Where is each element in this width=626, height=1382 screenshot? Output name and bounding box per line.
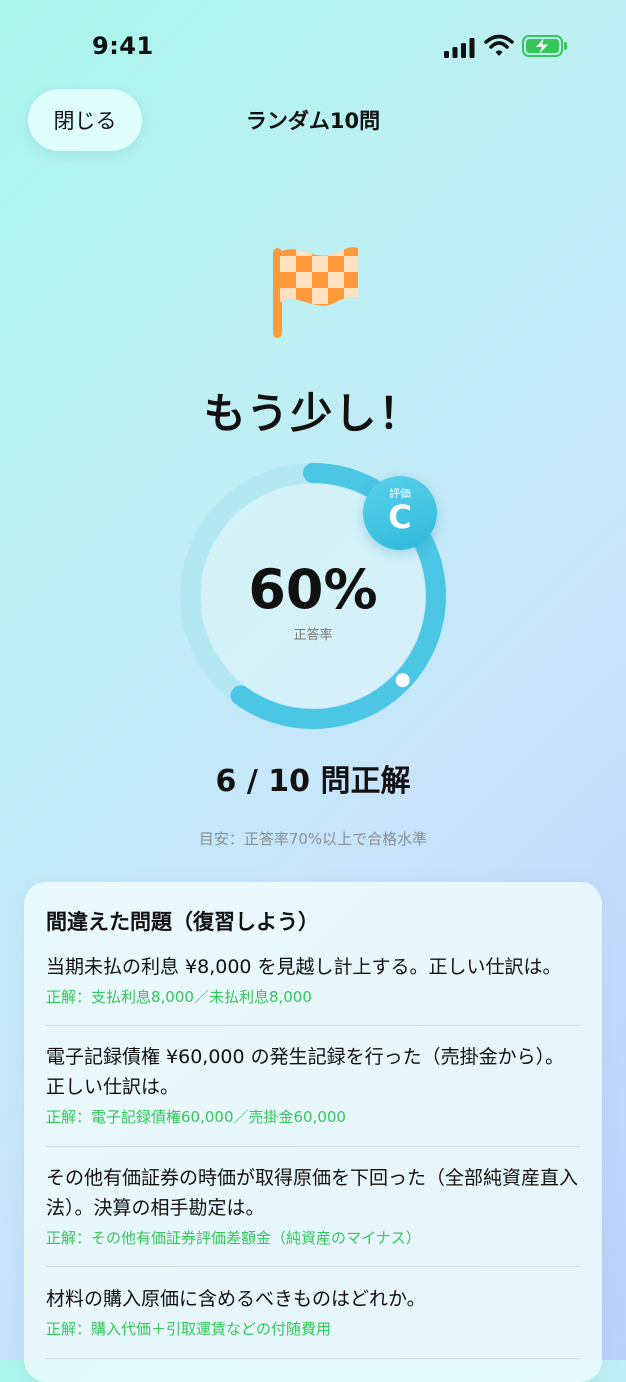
review-question: その他有価証券の時価が取得原価を下回った（全部純資産直入法）。決算の相手勘定は。 bbox=[46, 1167, 579, 1219]
divider bbox=[46, 1358, 580, 1359]
status-time: 9:41 bbox=[92, 32, 154, 60]
status-bar: 9:41 bbox=[0, 0, 626, 92]
review-item[interactable]: その他有価証券の時価が取得原価を下回った（全部純資産直入法）。決算の相手勘定は。… bbox=[46, 1163, 582, 1248]
review-item[interactable]: 電子記録債権 ¥60,000 の発生記録を行った（売掛金から）。正しい仕訳は。 … bbox=[46, 1042, 582, 1127]
review-item[interactable]: 材料の購入原価に含めるべきものはどれか。 正解：購入代価＋引取運賃などの付随費用 bbox=[46, 1284, 582, 1339]
grade-badge: 評価 C bbox=[363, 476, 437, 550]
divider bbox=[46, 1146, 580, 1147]
percent-label: 正答率 bbox=[293, 628, 333, 643]
divider bbox=[46, 1025, 580, 1026]
review-question: 電子記録債権 ¥60,000 の発生記録を行った（売掛金から）。正しい仕訳は。 bbox=[46, 1046, 565, 1098]
review-card: 間違えた問題（復習しよう） 当期未払の利息 ¥8,000 を見越し計上する。正し… bbox=[24, 882, 602, 1382]
result-headline: もう少し！ bbox=[203, 389, 423, 438]
checkered-flag-icon bbox=[273, 247, 358, 338]
review-item[interactable]: 当期未払の利息 ¥8,000 を見越し計上する。正しい仕訳は。 正解：支払利息8… bbox=[46, 952, 582, 1007]
guide-text: 目安：正答率70%以上で合格水準 bbox=[198, 830, 428, 848]
review-answer: 正解：電子記録債権60,000／売掛金60,000 bbox=[46, 1108, 346, 1126]
wifi-icon bbox=[484, 34, 514, 56]
percent-value: 60% bbox=[248, 558, 378, 621]
score-ring: 60% 正答率 評価 C bbox=[177, 460, 449, 732]
review-question: 材料の購入原価に含めるべきものはどれか。 bbox=[46, 1288, 426, 1310]
review-answer: 正解：その他有価証券評価差額金（純資産のマイナス） bbox=[46, 1229, 421, 1247]
signal-icon bbox=[444, 38, 475, 58]
score-text: 6 / 10 問正解 bbox=[215, 764, 411, 799]
grade-letter: C bbox=[388, 498, 412, 536]
battery-charging-icon bbox=[522, 35, 567, 57]
review-title: 間違えた問題（復習しよう） bbox=[46, 910, 319, 934]
review-answer: 正解：購入代価＋引取運賃などの付随費用 bbox=[46, 1320, 332, 1338]
divider bbox=[46, 1266, 580, 1267]
review-answer: 正解：支払利息8,000／未払利息8,000 bbox=[46, 988, 312, 1006]
page-title: ランダム10問 bbox=[245, 109, 381, 133]
score-ring-knob bbox=[395, 673, 410, 688]
review-question: 当期未払の利息 ¥8,000 を見越し計上する。正しい仕訳は。 bbox=[46, 956, 562, 978]
